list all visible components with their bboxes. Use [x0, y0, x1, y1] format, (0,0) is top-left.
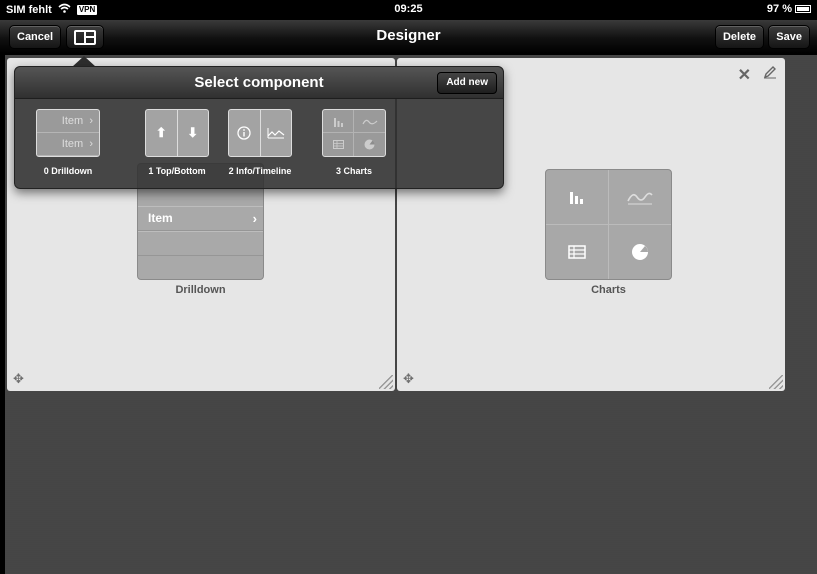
line-chart-icon	[261, 110, 292, 156]
list-item: Item ›	[37, 110, 99, 133]
panel-caption: Charts	[591, 284, 626, 296]
battery-percent: 97 %	[766, 3, 792, 15]
list-item: Item ›	[138, 206, 263, 231]
chevron-right-icon: ›	[89, 138, 93, 150]
component-charts[interactable]: 3 Charts	[304, 109, 404, 176]
move-icon[interactable]: ✥	[13, 372, 26, 385]
component-list: Item › Item › 0 Drilldown ⬆ ⬇ 1 Top/Bottom	[15, 109, 503, 181]
chevron-right-icon: ›	[89, 115, 93, 127]
line-chart-icon	[608, 170, 671, 225]
component-label: 3 Charts	[335, 166, 372, 176]
bar-chart-icon	[546, 170, 609, 225]
table-icon	[323, 133, 354, 156]
arrow-up-icon: ⬆	[146, 110, 178, 156]
component-drilldown[interactable]: Item › Item › 0 Drilldown	[18, 109, 118, 176]
nav-bar: Cancel Designer Delete Save	[0, 20, 817, 54]
close-icon[interactable]: ✕	[738, 65, 751, 85]
page-title: Designer	[376, 27, 441, 44]
popover-header: Select component Add new	[15, 67, 503, 99]
add-new-button[interactable]: Add new	[437, 72, 497, 94]
table-icon	[546, 224, 609, 279]
resize-handle[interactable]	[769, 375, 783, 389]
status-bar: SIM fehlt VPN 09:25 97 %	[0, 0, 817, 20]
pie-chart-icon	[354, 133, 385, 156]
component-label: 0 Drilldown	[43, 166, 93, 176]
chevron-right-icon: ›	[252, 211, 257, 226]
pie-chart-icon	[609, 225, 672, 280]
list-item: Item ›	[37, 133, 99, 156]
line-chart-icon	[354, 110, 385, 133]
list-item-label: Item	[148, 211, 173, 225]
info-icon	[229, 110, 261, 156]
list-item-empty	[138, 231, 263, 256]
select-component-popover: Select component Add new Item › Item › 0 D…	[14, 66, 504, 189]
move-icon[interactable]: ✥	[403, 372, 416, 385]
save-button[interactable]: Save	[768, 25, 810, 49]
component-label: 2 Info/Timeline	[228, 166, 292, 176]
charts-preview[interactable]	[545, 169, 672, 280]
popover-title: Select component	[194, 74, 324, 91]
charts-thumbnail	[322, 109, 386, 157]
arrow-down-icon: ⬇	[187, 125, 199, 140]
edit-icon[interactable]	[763, 65, 777, 85]
drilldown-thumbnail: Item › Item ›	[36, 109, 100, 157]
panel-caption: Drilldown	[175, 284, 226, 296]
info-timeline-thumbnail	[228, 109, 292, 157]
top-bottom-thumbnail: ⬆ ⬇	[145, 109, 209, 157]
battery-icon	[795, 5, 811, 13]
component-info-timeline[interactable]: 2 Info/Timeline	[210, 109, 310, 176]
clock: 09:25	[394, 3, 423, 15]
delete-button[interactable]: Delete	[714, 25, 764, 49]
bar-chart-icon	[323, 110, 354, 133]
resize-handle[interactable]	[379, 375, 393, 389]
